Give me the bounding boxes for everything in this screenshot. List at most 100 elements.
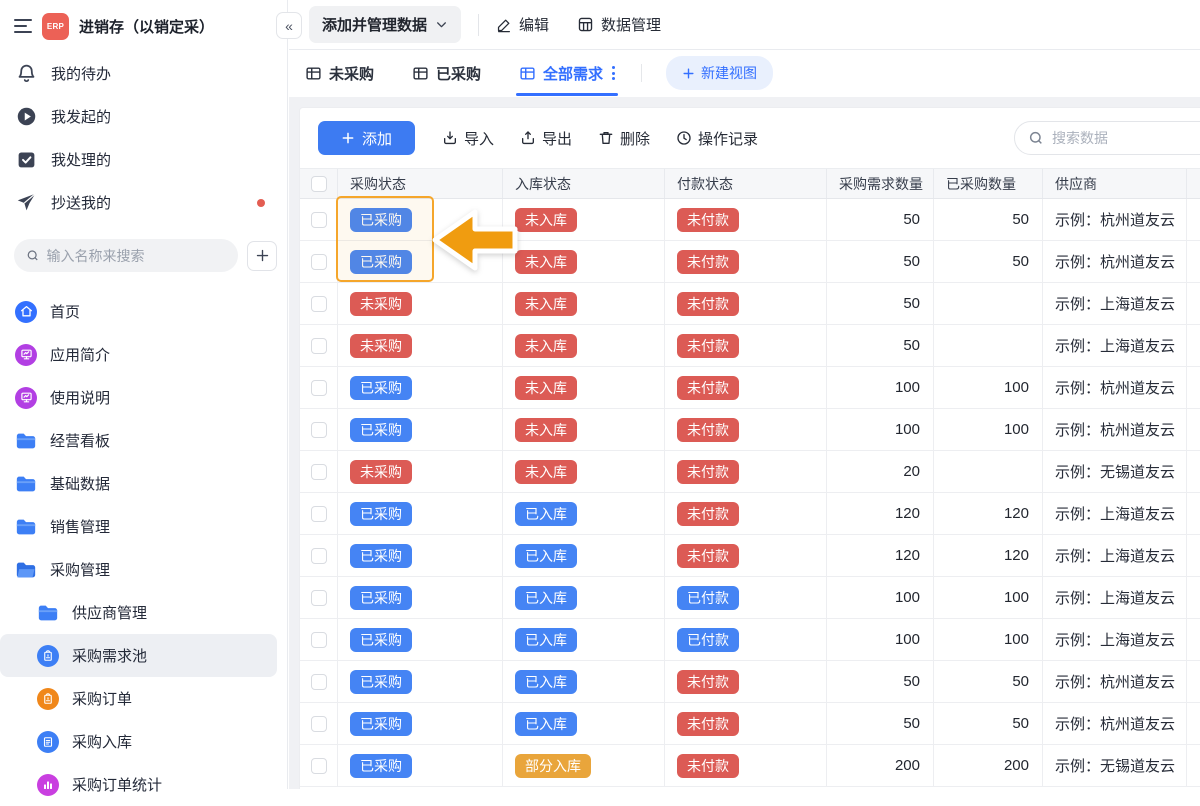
status-badge: 已入库 <box>515 670 577 694</box>
menu-icon[interactable] <box>14 15 32 37</box>
new-view-button[interactable]: 新建视图 <box>666 56 773 90</box>
row-checkbox[interactable] <box>311 254 327 270</box>
table-row[interactable]: 已采购部分入库未付款200200示例：无锡道友云 <box>300 745 1200 787</box>
row-checkbox[interactable] <box>311 506 327 522</box>
status-badge: 已采购 <box>350 544 412 568</box>
sidebar-item-purchase-mgmt[interactable]: 采购管理 <box>0 548 277 591</box>
status-badge: 未付款 <box>677 418 739 442</box>
sidebar-item-my-todo[interactable]: 我的待办 <box>0 52 287 95</box>
sidebar-item-usage-guide[interactable]: 使用说明 <box>0 376 277 419</box>
column-header[interactable]: 采购状态 <box>338 169 503 198</box>
trash-icon <box>598 130 614 146</box>
table-search[interactable] <box>1014 121 1200 155</box>
quantity-cell: 120 <box>934 493 1043 534</box>
folder-icon <box>37 602 59 624</box>
supplier-cell: 示例：杭州道友云 <box>1043 703 1187 744</box>
quantity-cell: 50 <box>934 703 1043 744</box>
view-manager-dropdown[interactable]: 添加并管理数据 <box>309 6 461 43</box>
row-checkbox[interactable] <box>311 590 327 606</box>
delete-button[interactable]: 删除 <box>598 128 650 149</box>
sidebar-search-input[interactable] <box>46 248 226 264</box>
table-row[interactable]: 已采购未入库未付款5050示例：杭州道友云 <box>300 199 1200 241</box>
sidebar-item-label: 我的待办 <box>51 63 111 84</box>
add-record-button[interactable]: 添加 <box>318 121 415 155</box>
more-vertical-icon[interactable] <box>612 66 615 80</box>
status-badge: 未付款 <box>677 544 739 568</box>
column-header[interactable]: 采购需求数量 <box>827 169 934 198</box>
row-checkbox[interactable] <box>311 338 327 354</box>
table-row[interactable]: 已采购未入库未付款5050示例：杭州道友云 <box>300 241 1200 283</box>
tab-all-demands[interactable]: 全部需求 <box>519 50 615 96</box>
column-header[interactable]: 入库状态 <box>503 169 665 198</box>
status-badge: 已入库 <box>515 586 577 610</box>
empty-cell <box>1187 493 1200 534</box>
table-row[interactable]: 已采购未入库未付款100100示例：杭州道友云 <box>300 409 1200 451</box>
import-button[interactable]: 导入 <box>442 128 494 149</box>
table-search-input[interactable] <box>1052 130 1200 146</box>
operation-history-button[interactable]: 操作记录 <box>676 128 758 149</box>
row-checkbox[interactable] <box>311 674 327 690</box>
row-checkbox[interactable] <box>311 380 327 396</box>
table-row[interactable]: 未采购未入库未付款20示例：无锡道友云 <box>300 451 1200 493</box>
tab-purchased[interactable]: 已采购 <box>412 50 481 96</box>
topbar: « 添加并管理数据 编辑 数据管理 <box>289 0 1200 50</box>
empty-cell <box>1187 661 1200 702</box>
table-view-icon <box>519 65 536 82</box>
content-area: 添加 导入 导出 删除 操作记录 <box>289 97 1200 789</box>
sidebar-item-home[interactable]: 首页 <box>0 290 277 333</box>
sidebar-item-purchase-demand-pool[interactable]: 采购需求池 <box>0 634 277 677</box>
column-header[interactable]: 付款状态 <box>665 169 827 198</box>
data-manage-button[interactable]: 数据管理 <box>577 14 661 35</box>
status-badge: 已采购 <box>350 502 412 526</box>
sidebar-item-base-data[interactable]: 基础数据 <box>0 462 277 505</box>
sidebar-item-app-intro[interactable]: 应用简介 <box>0 333 277 376</box>
column-header[interactable]: 已采购数量 <box>934 169 1043 198</box>
sidebar-item-dashboard[interactable]: 经营看板 <box>0 419 277 462</box>
row-checkbox[interactable] <box>311 296 327 312</box>
table-row[interactable]: 已采购已入库已付款100100示例：上海道友云 <box>300 619 1200 661</box>
sidebar-item-initiated-by-me[interactable]: 我发起的 <box>0 95 287 138</box>
table-row[interactable]: 未采购未入库未付款50示例：上海道友云 <box>300 325 1200 367</box>
quantity-cell: 100 <box>934 409 1043 450</box>
folder-icon <box>15 516 37 538</box>
quantity-cell: 50 <box>827 283 934 324</box>
status-badge: 已采购 <box>350 376 412 400</box>
row-checkbox[interactable] <box>311 422 327 438</box>
row-checkbox[interactable] <box>311 464 327 480</box>
table-row[interactable]: 已采购已入库已付款100100示例：上海道友云 <box>300 577 1200 619</box>
row-checkbox[interactable] <box>311 758 327 774</box>
column-header <box>1187 169 1200 198</box>
sidebar-item-cc-to-me[interactable]: 抄送我的 <box>0 181 287 224</box>
collapse-sidebar-button[interactable]: « <box>276 12 302 39</box>
row-checkbox[interactable] <box>311 632 327 648</box>
table-row[interactable]: 已采购已入库未付款5050示例：杭州道友云 <box>300 661 1200 703</box>
quantity-cell: 100 <box>827 409 934 450</box>
monitor-icon <box>15 344 37 366</box>
sidebar-item-purchase-order[interactable]: 采购订单 <box>0 677 277 720</box>
view-manager-label: 添加并管理数据 <box>322 14 427 35</box>
table-row[interactable]: 已采购已入库未付款120120示例：上海道友云 <box>300 535 1200 577</box>
unread-dot <box>257 199 265 207</box>
sidebar-item-purchase-inbound[interactable]: 采购入库 <box>0 720 277 763</box>
sidebar-item-supplier-mgmt[interactable]: 供应商管理 <box>0 591 277 634</box>
edit-button[interactable]: 编辑 <box>496 14 549 35</box>
row-checkbox[interactable] <box>311 212 327 228</box>
table-row[interactable]: 已采购已入库未付款120120示例：上海道友云 <box>300 493 1200 535</box>
status-badge: 已付款 <box>677 628 739 652</box>
row-checkbox[interactable] <box>311 716 327 732</box>
sidebar-item-label: 采购入库 <box>72 731 132 752</box>
column-header[interactable]: 供应商 <box>1043 169 1187 198</box>
sidebar-item-sales-mgmt[interactable]: 销售管理 <box>0 505 277 548</box>
row-checkbox[interactable] <box>311 548 327 564</box>
table-row[interactable]: 已采购未入库未付款100100示例：杭州道友云 <box>300 367 1200 409</box>
table-row[interactable]: 已采购已入库未付款5050示例：杭州道友云 <box>300 703 1200 745</box>
export-button[interactable]: 导出 <box>520 128 572 149</box>
select-all-checkbox[interactable] <box>311 176 327 192</box>
sidebar-item-handled-by-me[interactable]: 我处理的 <box>0 138 287 181</box>
table-row[interactable]: 未采购未入库未付款50示例：上海道友云 <box>300 283 1200 325</box>
add-app-button[interactable] <box>247 241 277 271</box>
tab-not-purchased[interactable]: 未采购 <box>305 50 374 96</box>
sidebar-item-purchase-order-stats[interactable]: 采购订单统计 <box>0 763 277 806</box>
sidebar-search[interactable] <box>14 239 238 272</box>
table-body: 已采购未入库未付款5050示例：杭州道友云已采购未入库未付款5050示例：杭州道… <box>300 199 1200 787</box>
